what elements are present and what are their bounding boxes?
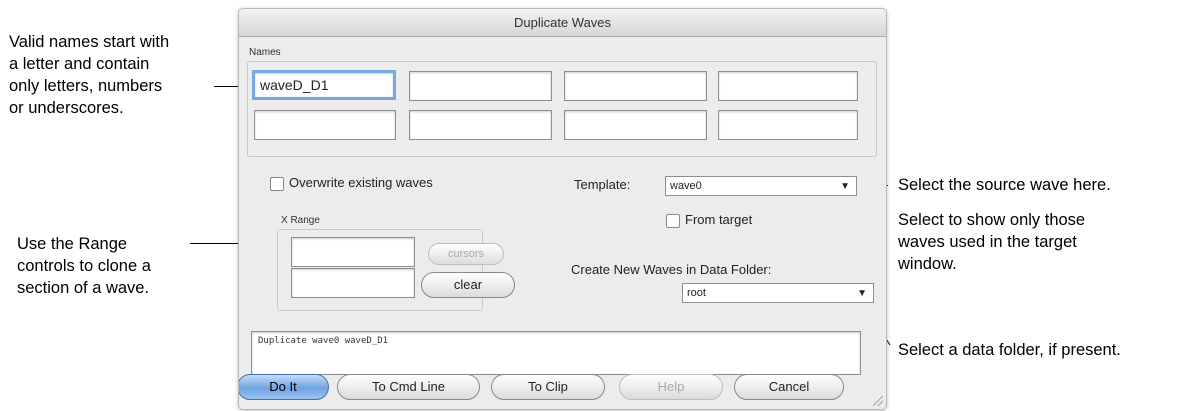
resize-grip-icon[interactable] bbox=[873, 396, 883, 406]
dialog-title: Duplicate Waves bbox=[239, 9, 886, 37]
annotation-line: window. bbox=[898, 255, 957, 273]
name-field[interactable] bbox=[564, 110, 707, 140]
annotation-line: controls to clone a bbox=[17, 257, 151, 275]
name-field[interactable] bbox=[254, 110, 396, 140]
xrange-end-field[interactable] bbox=[291, 268, 415, 298]
data-folder-annotation: Select a data folder, if present. bbox=[898, 339, 1121, 361]
from-target-annotation: Select to show only those waves used in … bbox=[898, 209, 1085, 275]
duplicate-waves-dialog: Duplicate Waves Names waveD_D1 Overwrite… bbox=[238, 8, 887, 410]
name-field[interactable] bbox=[718, 71, 858, 101]
xrange-label: X Range bbox=[281, 215, 320, 226]
cancel-button[interactable]: Cancel bbox=[734, 374, 844, 400]
name-field[interactable] bbox=[409, 71, 552, 101]
cursors-button[interactable]: cursors bbox=[428, 243, 504, 265]
name-field[interactable]: waveD_D1 bbox=[252, 70, 396, 100]
name-field[interactable] bbox=[409, 110, 552, 140]
to-cmd-line-button[interactable]: To Cmd Line bbox=[337, 374, 480, 400]
data-folder-value: root bbox=[687, 287, 706, 299]
template-popup[interactable]: wave0 ▼ bbox=[665, 176, 857, 196]
data-folder-popup[interactable]: root ▼ bbox=[682, 283, 874, 303]
annotation-line: waves used in the target bbox=[898, 233, 1077, 251]
annotation-line: Use the Range bbox=[17, 235, 128, 253]
annotation-line: a letter and contain bbox=[9, 55, 150, 73]
name-field[interactable] bbox=[564, 71, 707, 101]
names-label: Names bbox=[249, 47, 281, 58]
help-button[interactable]: Help bbox=[619, 374, 723, 400]
to-clip-button[interactable]: To Clip bbox=[491, 374, 605, 400]
annotation-line: Select a data folder, if present. bbox=[898, 341, 1121, 359]
do-it-button[interactable]: Do It bbox=[239, 374, 329, 400]
template-value: wave0 bbox=[670, 180, 702, 192]
annotation-line: Select the source wave here. bbox=[898, 176, 1111, 194]
annotation-line: Valid names start with bbox=[9, 33, 170, 51]
chevron-down-icon: ▼ bbox=[857, 288, 867, 299]
template-annotation: Select the source wave here. bbox=[898, 174, 1111, 196]
template-label: Template: bbox=[574, 177, 631, 192]
range-annotation: Use the Range controls to clone a sectio… bbox=[17, 233, 151, 299]
name-field[interactable] bbox=[718, 110, 858, 140]
data-folder-label: Create New Waves in Data Folder: bbox=[571, 262, 772, 277]
names-annotation: Valid names start with a letter and cont… bbox=[9, 31, 169, 119]
chevron-down-icon: ▼ bbox=[840, 181, 850, 192]
command-preview: Duplicate wave0 waveD_D1 bbox=[251, 331, 861, 375]
annotation-line: Select to show only those bbox=[898, 211, 1086, 229]
annotation-line: section of a wave. bbox=[17, 279, 150, 297]
annotation-line: or underscores. bbox=[9, 99, 124, 117]
annotation-line: only letters, numbers bbox=[9, 77, 163, 95]
from-target-label: From target bbox=[685, 212, 753, 227]
xrange-start-field[interactable] bbox=[291, 237, 415, 267]
overwrite-label: Overwrite existing waves bbox=[289, 175, 433, 190]
from-target-checkbox[interactable] bbox=[666, 214, 680, 228]
clear-button[interactable]: clear bbox=[421, 272, 515, 298]
overwrite-checkbox[interactable] bbox=[270, 177, 284, 191]
